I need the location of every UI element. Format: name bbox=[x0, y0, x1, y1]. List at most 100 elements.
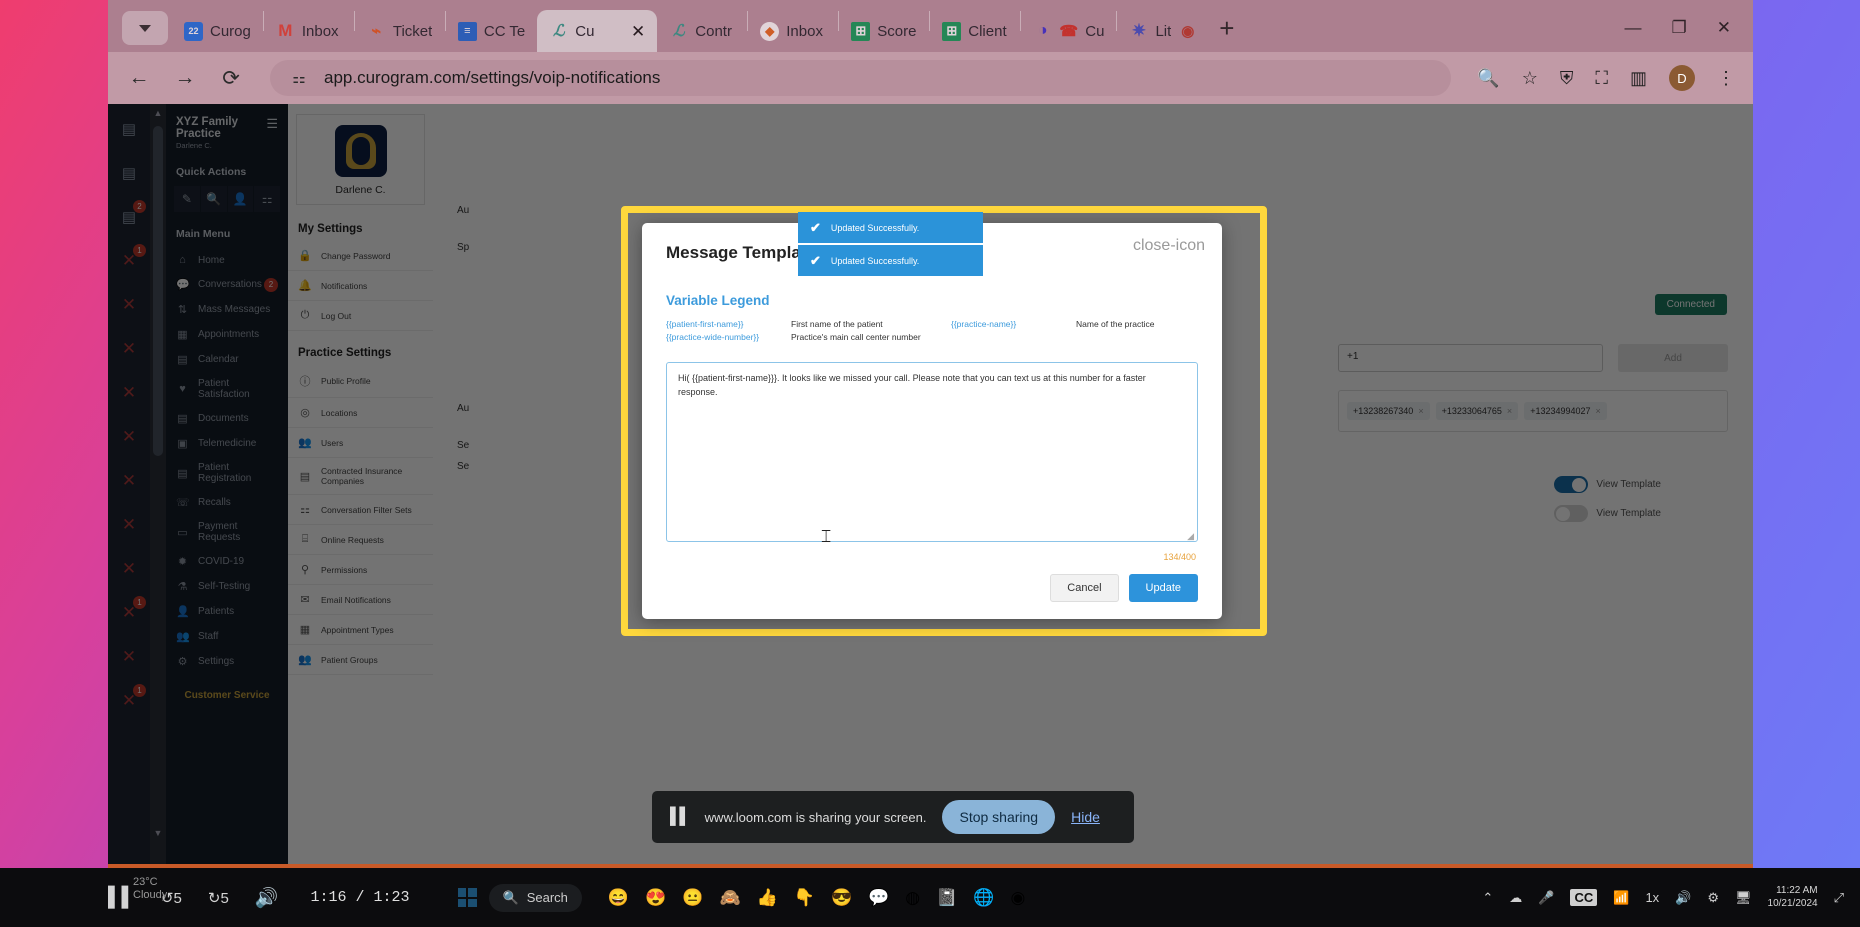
close-window-button[interactable]: ✕ bbox=[1717, 18, 1731, 38]
close-icon[interactable]: ✕ bbox=[631, 23, 645, 40]
search-icon[interactable]: 🔍 bbox=[1477, 68, 1499, 89]
check-icon: ✔ bbox=[810, 252, 821, 268]
volume-icon[interactable]: 🔊 bbox=[255, 886, 279, 910]
tab-label: Curog bbox=[210, 22, 251, 40]
tab-inbox-1[interactable]: M Inbox bbox=[264, 10, 354, 52]
emoji-neutral-icon[interactable]: 😐 bbox=[682, 888, 703, 908]
browser-window: 22 Curog M Inbox ⌁ Ticket ≡ CC Te ℒ Cu ✕… bbox=[108, 0, 1753, 868]
pause-icon[interactable]: ▌▌ bbox=[670, 808, 691, 826]
tab-inbox-2[interactable]: ◆ Inbox bbox=[748, 10, 838, 52]
tab-cc-terminal[interactable]: ≡ CC Te bbox=[446, 10, 537, 52]
address-bar[interactable]: ⚏ app.curogram.com/settings/voip-notific… bbox=[270, 60, 1452, 96]
check-icon: ✔ bbox=[810, 219, 821, 235]
tab-contract[interactable]: ℒ Contr bbox=[657, 10, 747, 52]
chevron-up-icon[interactable]: ⌃ bbox=[1482, 890, 1493, 906]
player-controls: ▌▌ ↺5 ↻5 🔊 1:16 / 1:23 bbox=[0, 886, 410, 910]
stop-sharing-button[interactable]: Stop sharing bbox=[942, 800, 1056, 834]
volume-icon[interactable]: 🔊 bbox=[1675, 890, 1691, 906]
shield-icon[interactable]: ⛨ bbox=[1560, 68, 1574, 89]
update-button[interactable]: Update bbox=[1128, 573, 1198, 602]
pause-icon[interactable]: ▌▌ bbox=[108, 887, 135, 909]
maximize-button[interactable]: ❐ bbox=[1672, 18, 1687, 38]
cancel-button[interactable]: Cancel bbox=[1050, 573, 1119, 602]
toolbar-actions: 🔍 ☆ ⛨ ⛶ ▥ D ⋮ bbox=[1477, 65, 1735, 91]
avatar[interactable]: D bbox=[1669, 65, 1695, 91]
taskbar-center: 🔍 Search 😄 😍 😐 🙈 👍 👇 😎 💬 ◍ 📓 🌐 ◉ bbox=[457, 883, 1025, 912]
tab-scorecard[interactable]: ⊞ Score bbox=[839, 10, 929, 52]
chrome-icon[interactable]: ◉ bbox=[1010, 888, 1025, 908]
toast-notification-2: ✔ Updated Successfully. bbox=[798, 245, 983, 276]
forward-5-icon[interactable]: ↻5 bbox=[208, 889, 229, 907]
globe-icon[interactable]: 🌐 bbox=[973, 888, 994, 908]
screen-share-bar: ▌▌ www.loom.com is sharing your screen. … bbox=[652, 791, 1134, 843]
bookmark-star-icon[interactable]: ☆ bbox=[1522, 68, 1538, 89]
back-arrow-icon[interactable]: ← bbox=[126, 66, 152, 90]
rewind-label: 5 bbox=[173, 889, 182, 907]
weather-widget[interactable]: 23°C Cloudy bbox=[133, 876, 167, 902]
close-icon[interactable]: close-icon bbox=[1133, 237, 1205, 255]
speed-label[interactable]: 1x bbox=[1645, 890, 1659, 905]
taskbar-search[interactable]: 🔍 Search bbox=[488, 883, 582, 912]
clock-date: 10/21/2024 bbox=[1767, 897, 1818, 909]
pointer-icon[interactable]: 👇 bbox=[794, 888, 815, 908]
tab-client[interactable]: ⊞ Client bbox=[930, 10, 1020, 52]
browser-icon[interactable]: ◍ bbox=[905, 888, 920, 908]
reaction-icon[interactable]: 😎 bbox=[831, 888, 852, 908]
screen-icon[interactable]: 🖥 bbox=[1735, 890, 1752, 906]
cc-badge[interactable]: CC bbox=[1570, 889, 1598, 906]
notes-icon[interactable]: 📓 bbox=[936, 888, 957, 908]
current-time: 1:16 bbox=[310, 889, 347, 906]
tab-label: CC Te bbox=[483, 22, 526, 40]
time-separator: / bbox=[355, 889, 365, 906]
tab-label: Contr bbox=[695, 22, 732, 40]
wifi-icon[interactable]: 📶 bbox=[1613, 890, 1629, 906]
thumbs-up-icon[interactable]: 👍 bbox=[757, 888, 778, 908]
new-tab-button[interactable]: + bbox=[1219, 13, 1234, 44]
tab-curogram-active[interactable]: ℒ Cu ✕ bbox=[537, 10, 658, 52]
mic-icon[interactable]: 🎤 bbox=[1538, 890, 1554, 906]
gear-icon[interactable]: ⚙ bbox=[1707, 890, 1719, 906]
progress-bar[interactable] bbox=[108, 864, 1753, 868]
system-clock[interactable]: 11:22 AM 10/21/2024 bbox=[1768, 885, 1818, 910]
text-cursor-icon: ⌶ bbox=[821, 526, 832, 546]
forward-arrow-icon[interactable]: → bbox=[172, 66, 198, 90]
chrome-menu-icon[interactable]: ⋮ bbox=[1717, 68, 1735, 89]
toast-notification-1: ✔ Updated Successfully. bbox=[798, 212, 983, 243]
message-template-textarea[interactable] bbox=[666, 361, 1198, 542]
sheets-icon: ⊞ bbox=[942, 21, 962, 41]
toast-message: Updated Successfully. bbox=[830, 255, 920, 266]
comment-icon[interactable]: 💬 bbox=[868, 888, 889, 908]
tab-label: Client bbox=[968, 22, 1007, 40]
extensions-icon[interactable]: ⛶ bbox=[1595, 68, 1608, 89]
sidepanel-icon[interactable]: ▥ bbox=[1630, 68, 1647, 89]
minimize-button[interactable]: — bbox=[1625, 18, 1642, 38]
legend-variable: {{patient-first-name}} bbox=[666, 319, 744, 329]
variable-legend-title: Variable Legend bbox=[666, 293, 770, 308]
character-count: 134/400 bbox=[1163, 551, 1196, 562]
legend-description: Name of the practice bbox=[1076, 319, 1155, 329]
cloud-icon[interactable]: ☁ bbox=[1509, 890, 1522, 906]
tab-curogram-2[interactable]: ◑ ☎ Cu bbox=[1021, 10, 1116, 52]
resize-handle[interactable]: ◢ bbox=[1187, 531, 1194, 542]
tab-label: Score bbox=[877, 22, 917, 40]
tickets-icon: ⌁ bbox=[371, 23, 382, 40]
site-settings-icon[interactable]: ⚏ bbox=[286, 69, 312, 87]
tab-strip: 22 Curog M Inbox ⌁ Ticket ≡ CC Te ℒ Cu ✕… bbox=[108, 0, 1753, 52]
emoji-heart-icon[interactable]: 😍 bbox=[645, 888, 666, 908]
windows-start-icon[interactable] bbox=[457, 888, 477, 907]
reload-icon[interactable]: ⟳ bbox=[218, 66, 244, 91]
emoji-monkey-icon[interactable]: 🙈 bbox=[719, 888, 740, 908]
curogram-icon: ℒ bbox=[553, 23, 565, 40]
search-label: Search bbox=[526, 890, 568, 905]
expand-icon[interactable]: ⤢ bbox=[1834, 890, 1844, 906]
emoji-icon[interactable]: 😄 bbox=[608, 888, 629, 908]
tab-tickets[interactable]: ⌁ Ticket bbox=[355, 10, 445, 52]
hide-button[interactable]: Hide bbox=[1071, 809, 1100, 825]
tab-search-button[interactable] bbox=[122, 11, 168, 45]
taskbar-app-icons: 😄 😍 😐 🙈 👍 👇 😎 💬 ◍ 📓 🌐 ◉ bbox=[608, 888, 1025, 908]
tab-curogram-1[interactable]: 22 Curog bbox=[172, 10, 263, 52]
tab-label: Inbox bbox=[786, 22, 823, 40]
chevron-down-icon bbox=[139, 24, 151, 32]
legend-description: First name of the patient bbox=[791, 319, 883, 329]
tab-lit[interactable]: ✷ Lit ◉ bbox=[1117, 10, 1209, 52]
